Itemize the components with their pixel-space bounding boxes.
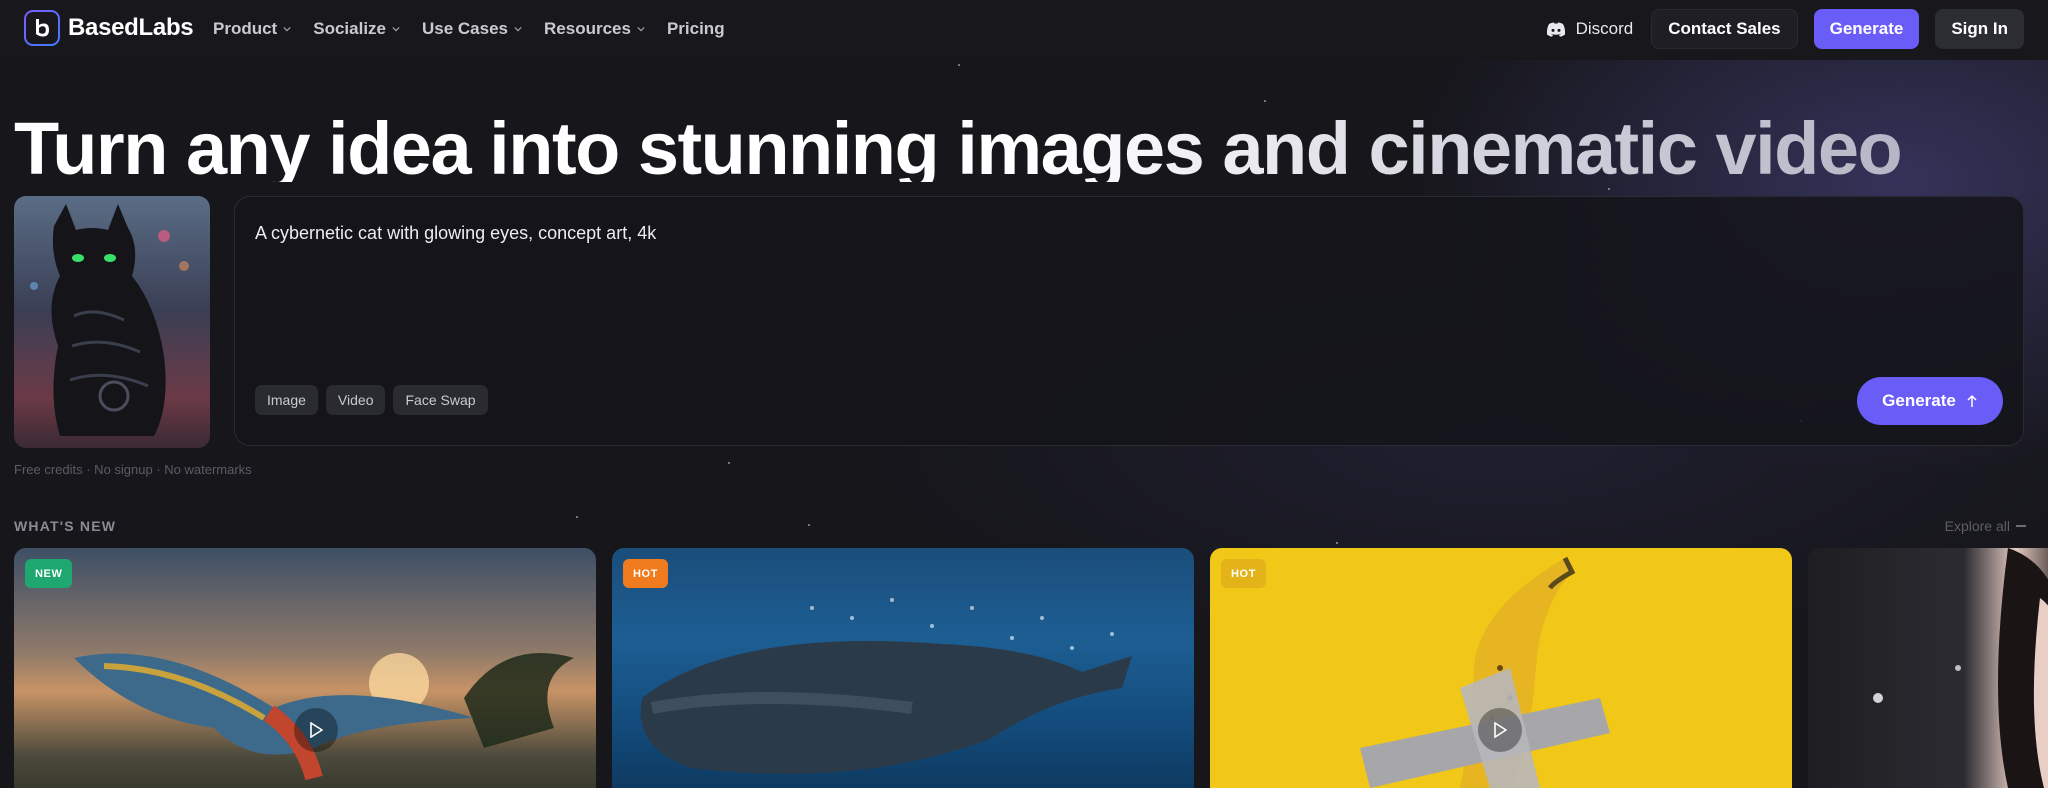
chip-image[interactable]: Image xyxy=(255,385,318,415)
free-credits-note: Free credits · No signup · No watermarks xyxy=(14,462,252,477)
card-banana-art xyxy=(1360,556,1610,788)
nav-use-cases[interactable]: Use Cases xyxy=(422,19,522,39)
arrow-right-icon xyxy=(2016,525,2026,527)
prompt-panel: A cybernetic cat with glowing eyes, conc… xyxy=(234,196,2024,446)
nav-socialize-label: Socialize xyxy=(313,19,386,38)
feature-card-parrot[interactable]: NEW xyxy=(14,548,596,788)
brand-logo[interactable]: BasedLabs xyxy=(24,10,194,46)
star-dot xyxy=(808,524,810,526)
generate-nav-button[interactable]: Generate xyxy=(1813,9,1920,49)
nav-use-cases-label: Use Cases xyxy=(422,19,509,38)
nav-socialize[interactable]: Socialize xyxy=(313,19,400,39)
discord-link[interactable]: Discord xyxy=(1546,19,1634,39)
sign-in-button[interactable]: Sign In xyxy=(1935,9,2024,49)
explore-all-link[interactable]: Explore all xyxy=(1945,518,2026,534)
chevron-down-icon xyxy=(637,26,645,32)
nav-pricing-label: Pricing xyxy=(666,19,725,38)
hot-badge: HOT xyxy=(1221,559,1267,588)
feature-card-portrait[interactable] xyxy=(1808,548,2048,788)
example-image-thumbnail[interactable] xyxy=(14,196,210,448)
generate-button[interactable]: Generate xyxy=(1857,377,2003,425)
top-navbar: BasedLabs Product Socialize Use Cases Re… xyxy=(0,0,2048,58)
star-dot xyxy=(1608,188,1610,190)
chevron-down-icon xyxy=(283,26,291,32)
whats-new-heading: WHAT'S NEW xyxy=(14,518,117,534)
chevron-down-icon xyxy=(514,26,522,32)
card-parrot-art xyxy=(74,653,574,781)
generate-button-label: Generate xyxy=(1882,391,1956,410)
star-dot xyxy=(1336,542,1338,544)
hot-badge: HOT xyxy=(623,559,669,588)
feature-card-whale[interactable]: HOT xyxy=(612,548,1194,788)
play-icon[interactable] xyxy=(294,708,338,752)
explore-all-label: Explore all xyxy=(1944,518,2010,534)
nav-resources-label: Resources xyxy=(544,19,631,38)
chip-face-swap[interactable]: Face Swap xyxy=(393,385,488,415)
contact-sales-button[interactable]: Contact Sales xyxy=(1651,9,1798,49)
hero-title: Turn any idea into stunning images and c… xyxy=(14,104,1901,182)
feature-card-banana[interactable]: HOT xyxy=(1210,548,1792,788)
star-dot xyxy=(728,462,730,464)
star-dot xyxy=(958,64,960,66)
play-icon[interactable] xyxy=(1478,708,1522,752)
cat-illustration xyxy=(30,204,189,436)
chip-video[interactable]: Video xyxy=(325,385,386,415)
discord-label: Discord xyxy=(1575,19,1634,38)
brand-name: BasedLabs xyxy=(68,14,194,41)
nav-links: Product Socialize Use Cases Resources Pr… xyxy=(213,0,747,58)
star-dot xyxy=(576,516,578,518)
new-badge: NEW xyxy=(25,559,73,588)
star-dot xyxy=(1264,100,1266,102)
discord-icon xyxy=(1546,22,1565,37)
mode-chips: Image Video Face Swap xyxy=(255,385,496,415)
nav-resources[interactable]: Resources xyxy=(544,19,645,39)
chevron-down-icon xyxy=(392,26,400,32)
prompt-input[interactable]: A cybernetic cat with glowing eyes, conc… xyxy=(255,223,656,244)
card-whale-art xyxy=(640,598,1132,774)
nav-pricing[interactable]: Pricing xyxy=(667,19,725,39)
nav-actions: Discord Contact Sales Generate Sign In xyxy=(1546,8,2024,50)
arrow-up-icon xyxy=(1967,394,1977,407)
card-portrait-art xyxy=(1873,548,2048,788)
nav-product[interactable]: Product xyxy=(213,19,291,39)
logo-mark-icon xyxy=(24,10,60,46)
nav-product-label: Product xyxy=(213,19,278,38)
